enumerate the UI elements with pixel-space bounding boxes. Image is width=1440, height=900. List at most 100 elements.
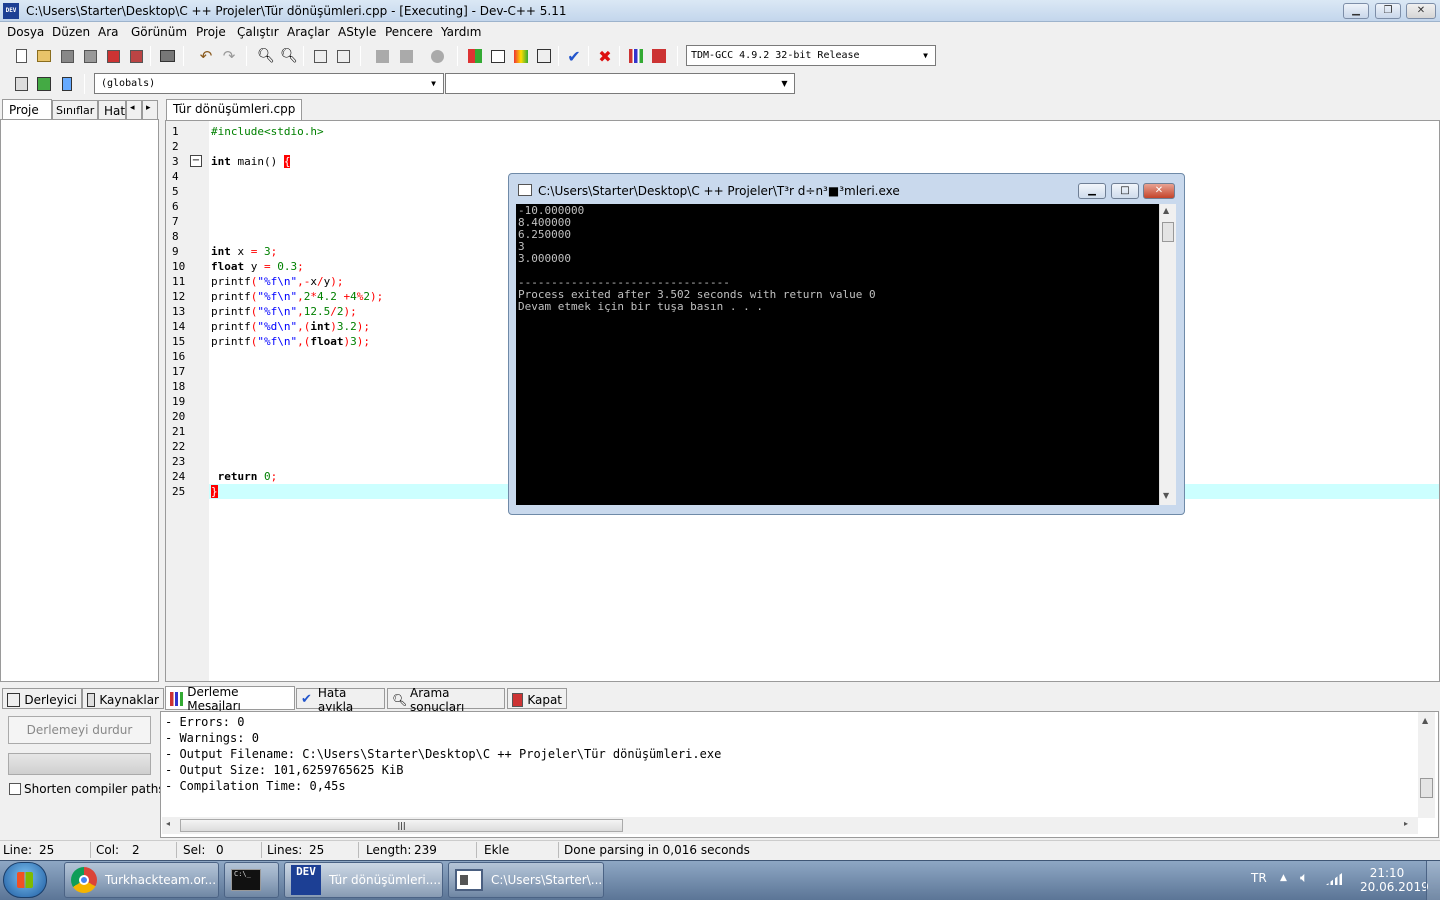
insert-button[interactable] [11, 74, 31, 94]
menu-proje[interactable]: Proje [196, 25, 226, 39]
stop-compile-button[interactable]: Derlemeyi durdur [8, 716, 151, 744]
code-line-11: printf("%f\n",-x/y); [211, 275, 344, 288]
project-tree[interactable] [0, 119, 159, 682]
profile-button[interactable] [626, 46, 646, 66]
close-file-button[interactable] [103, 46, 123, 66]
tab-hata-ayikla[interactable]: ✔ Hata ayıkla [296, 686, 385, 714]
menu-astyle[interactable]: AStyle [338, 25, 376, 39]
redo-button[interactable]: ↷ [219, 46, 239, 66]
open-file-button[interactable] [34, 46, 54, 66]
print-button[interactable] [157, 46, 177, 66]
bookmark-button[interactable] [427, 46, 447, 66]
stop-button[interactable]: ✖ [595, 46, 615, 66]
tray-expand-icon[interactable]: ▲ [1280, 873, 1287, 883]
console-scroll-thumb[interactable] [1162, 222, 1174, 242]
save-all-button[interactable] [80, 46, 100, 66]
menu-gorunum[interactable]: Görünüm [131, 25, 187, 39]
tab-hata[interactable]: Hat [98, 100, 126, 121]
undo-button[interactable]: ↶ [196, 46, 216, 66]
checkmark-icon: ✔ [567, 46, 581, 66]
goto-forward-button[interactable] [396, 46, 416, 66]
compile-log-hscroll-thumb[interactable]: ||| [180, 819, 623, 832]
close-icon: ✕ [1416, 5, 1426, 16]
unindent-button[interactable] [333, 46, 353, 66]
tab-kaynaklar[interactable]: Kaynaklar [82, 688, 164, 709]
tab-kapat-label: Kapat [527, 692, 562, 707]
console-scrollbar[interactable]: ▲ ▼ [1159, 204, 1176, 505]
tabs-scroll-left[interactable]: ◂ [126, 100, 142, 121]
indent-button[interactable] [310, 46, 330, 66]
new-file-button[interactable] [11, 46, 31, 66]
scope-select[interactable]: (globals) ▼ [94, 73, 444, 94]
printer-icon [159, 50, 175, 62]
taskbar-console[interactable]: C:\Users\Starter\... [448, 862, 604, 898]
line-number: 24 [172, 470, 186, 483]
close-all-button[interactable] [126, 46, 146, 66]
find-button[interactable]: 🔍︎ [256, 46, 276, 66]
devcpp-app-icon[interactable]: DEV [3, 3, 19, 19]
compile-log-vscroll-thumb[interactable] [1420, 778, 1433, 798]
toggle-panel-button[interactable] [57, 74, 77, 94]
status-message: Done parsing in 0,016 seconds [564, 843, 750, 857]
tab-derleyici[interactable]: Derleyici [2, 688, 82, 709]
fold-toggle[interactable]: − [190, 155, 202, 167]
console-output[interactable] [516, 204, 1159, 505]
shorten-paths-checkbox[interactable] [9, 783, 21, 795]
tab-arama-sonuclari[interactable]: 🔍︎ Arama sonuçları [387, 686, 505, 714]
editor-tab-file[interactable]: Tür dönüşümleri.cpp [166, 99, 303, 120]
line-number: 18 [172, 380, 186, 393]
window-icon [491, 49, 505, 63]
restore-button[interactable]: ❐ [1375, 3, 1401, 19]
close-button[interactable]: ✕ [1406, 3, 1436, 19]
arrow-left-icon [375, 49, 389, 63]
view-tiles-button[interactable] [534, 46, 554, 66]
taskbar-chrome[interactable]: Turkhackteam.or... [64, 862, 219, 898]
menu-yardim[interactable]: Yardım [441, 25, 481, 39]
volume-icon[interactable]: 🔈︎ [1300, 870, 1308, 886]
menu-ara[interactable]: Ara [98, 25, 119, 39]
tab-siniflar[interactable]: Sınıflar [52, 100, 98, 121]
menu-calistir[interactable]: Çalıştır [237, 25, 279, 39]
view-window-button[interactable] [488, 46, 508, 66]
clock-time: 21:10 [1369, 866, 1405, 880]
compile-progress-bar [8, 753, 151, 775]
code-line-13: printf("%f\n",12.5/2); [211, 305, 357, 318]
compile-log-vscrollbar[interactable]: ▲ [1418, 712, 1435, 818]
taskbar-cmd[interactable]: C:\_ [224, 862, 279, 898]
tab-proje[interactable]: Proje [2, 99, 52, 121]
start-button[interactable] [3, 862, 47, 898]
chrome-icon [71, 867, 97, 893]
delete-profile-button[interactable] [649, 46, 669, 66]
menu-araclar[interactable]: Araçlar [287, 25, 330, 39]
input-language[interactable]: TR [1251, 871, 1267, 885]
console-close-button[interactable]: ✕ [1143, 183, 1175, 199]
tab-kapat[interactable]: Kapat [507, 688, 567, 709]
goto-back-button[interactable] [372, 46, 392, 66]
menu-duzen[interactable]: Düzen [52, 25, 90, 39]
tab-derleme-mesajlari[interactable]: Derleme Mesajları [165, 685, 295, 713]
console-line: 6.250000 [518, 228, 571, 241]
function-select[interactable]: ▼ [445, 73, 795, 94]
goto-declaration-button[interactable] [34, 74, 54, 94]
grip-icon: ||| [397, 821, 406, 830]
menu-pencere[interactable]: Pencere [385, 25, 433, 39]
view-colors-button[interactable] [511, 46, 531, 66]
view-grid-button[interactable] [465, 46, 485, 66]
save-button[interactable] [57, 46, 77, 66]
minimize-button[interactable]: ▁ [1343, 3, 1369, 19]
console-minimize-button[interactable]: ▁ [1078, 183, 1106, 199]
tray-clock[interactable]: 21:10 20.06.2019 [1360, 866, 1429, 894]
taskbar-devcpp[interactable]: DEV Tür dönüşümleri.... [284, 862, 443, 898]
shorten-paths-label[interactable]: Shorten compiler paths [24, 782, 165, 796]
line-number: 7 [172, 215, 179, 228]
editor-tab-label: Tür dönüşümleri.cpp [173, 102, 296, 116]
compile-check-button[interactable]: ✔ [564, 46, 584, 66]
replace-button[interactable]: 🔍︎ [279, 46, 299, 66]
bookmark-icon [430, 49, 444, 63]
compiler-select[interactable]: TDM-GCC 4.9.2 32-bit Release ▼ [686, 45, 936, 66]
tabs-scroll-right[interactable]: ▸ [142, 100, 158, 121]
console-maximize-button[interactable]: □ [1111, 183, 1139, 199]
devcpp-icon: DEV [291, 865, 321, 895]
show-desktop-button[interactable] [1426, 861, 1440, 900]
menu-dosya[interactable]: Dosya [7, 25, 44, 39]
